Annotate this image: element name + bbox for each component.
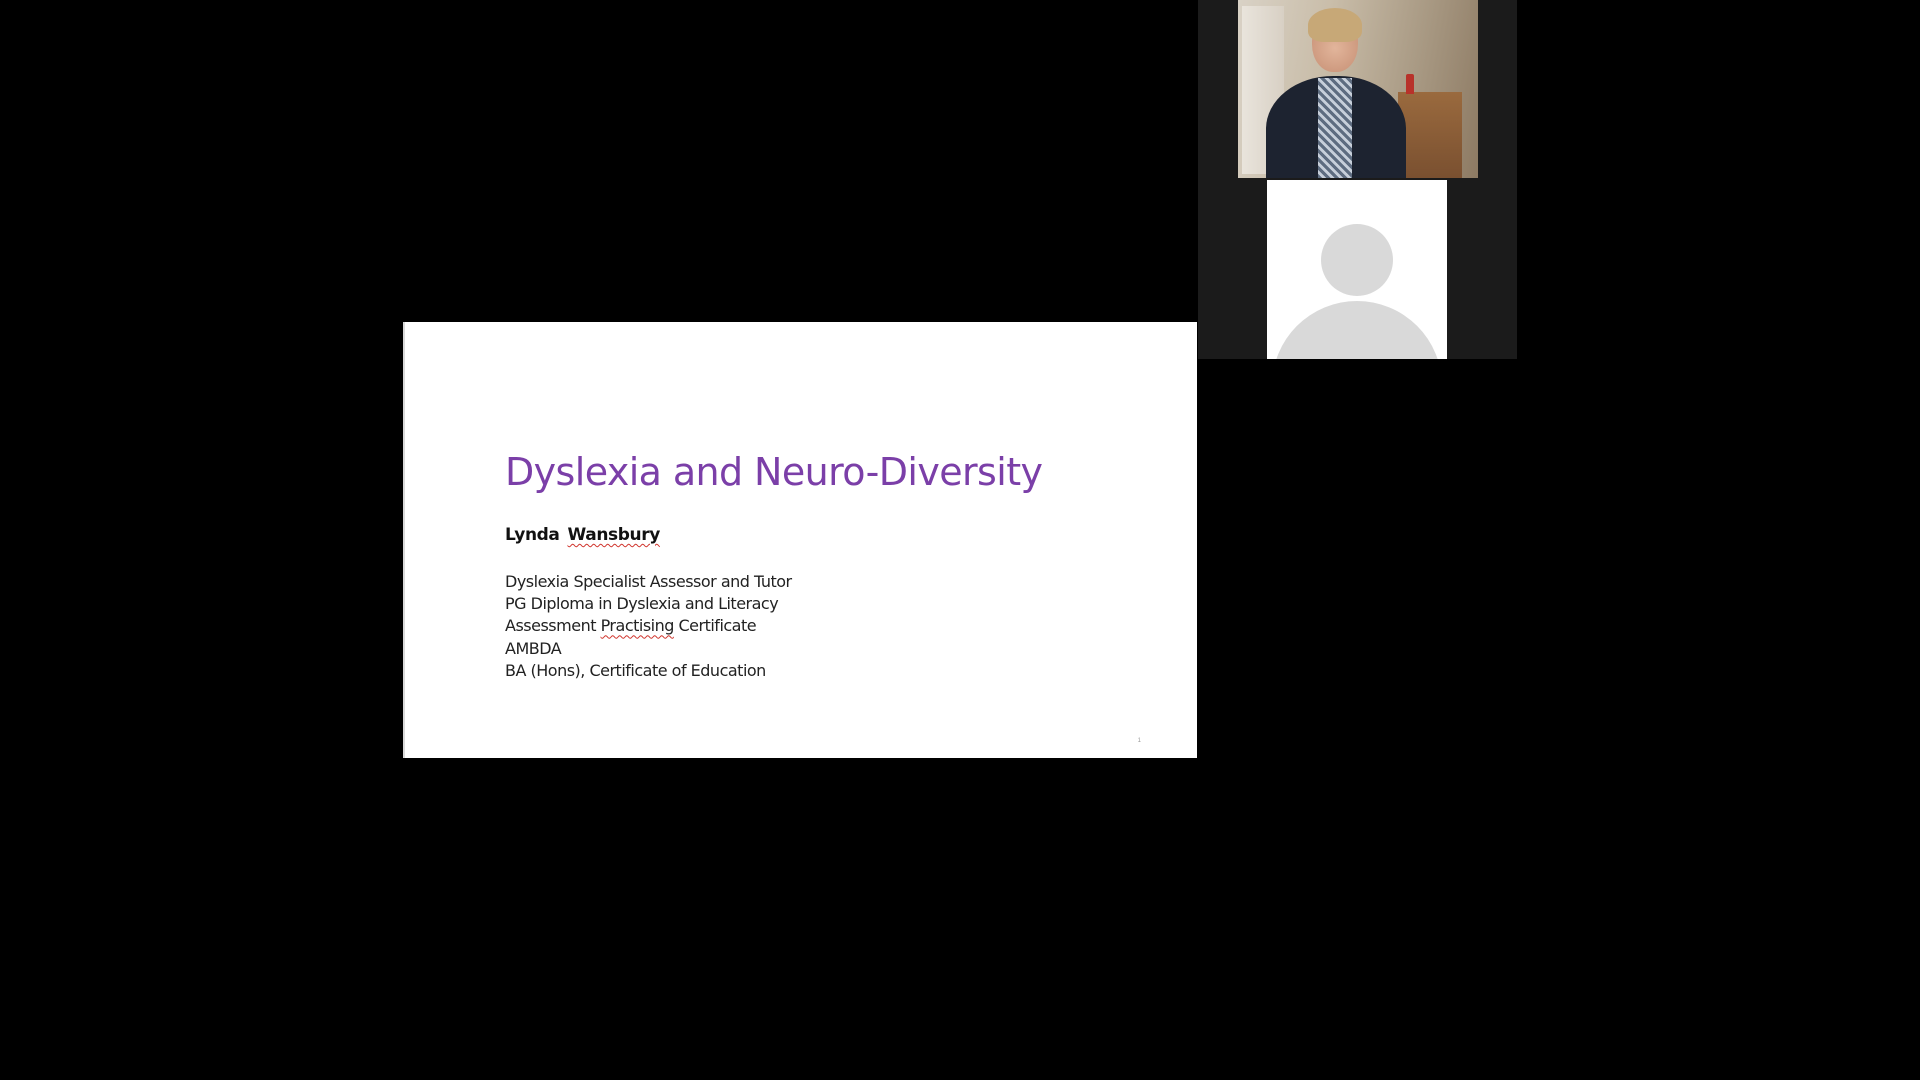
credential-item: Assessment Practising Certificate (505, 615, 792, 637)
slide-number: 1 (1137, 738, 1141, 744)
presenter-first-name: Lynda (505, 525, 560, 545)
presenter-video-tile[interactable] (1238, 0, 1478, 178)
default-avatar-icon (1321, 224, 1393, 296)
credential-item: Dyslexia Specialist Assessor and Tutor (505, 572, 792, 591)
presenter-last-name: Wansbury (567, 525, 661, 545)
participant-avatar-tile[interactable] (1267, 180, 1447, 359)
credential-item: PG Diploma in Dyslexia and Literacy (505, 594, 779, 614)
slide-title: Dyslexia and Neuro-Diversity (505, 450, 1043, 494)
presenter-hair (1308, 8, 1362, 42)
credentials-list: Dyslexia Specialist Assessor and Tutor P… (505, 571, 792, 682)
shared-slide: Dyslexia and Neuro-Diversity Lynda Wansbu… (403, 322, 1197, 758)
credential-item: AMBDA (505, 638, 562, 658)
video-cabinet (1398, 92, 1462, 178)
credential-text: Certificate (673, 616, 757, 636)
credential-misspelled-word: Practising (600, 616, 675, 636)
video-gallery (1198, 0, 1517, 359)
presenter-name: Lynda Wansbury (505, 525, 660, 545)
video-bottle (1406, 74, 1414, 94)
presenter-blouse (1318, 78, 1352, 178)
credential-text: Assessment (505, 616, 601, 636)
credential-item: BA (Hons), Certificate of Education (505, 660, 766, 680)
default-avatar-body (1272, 301, 1442, 359)
